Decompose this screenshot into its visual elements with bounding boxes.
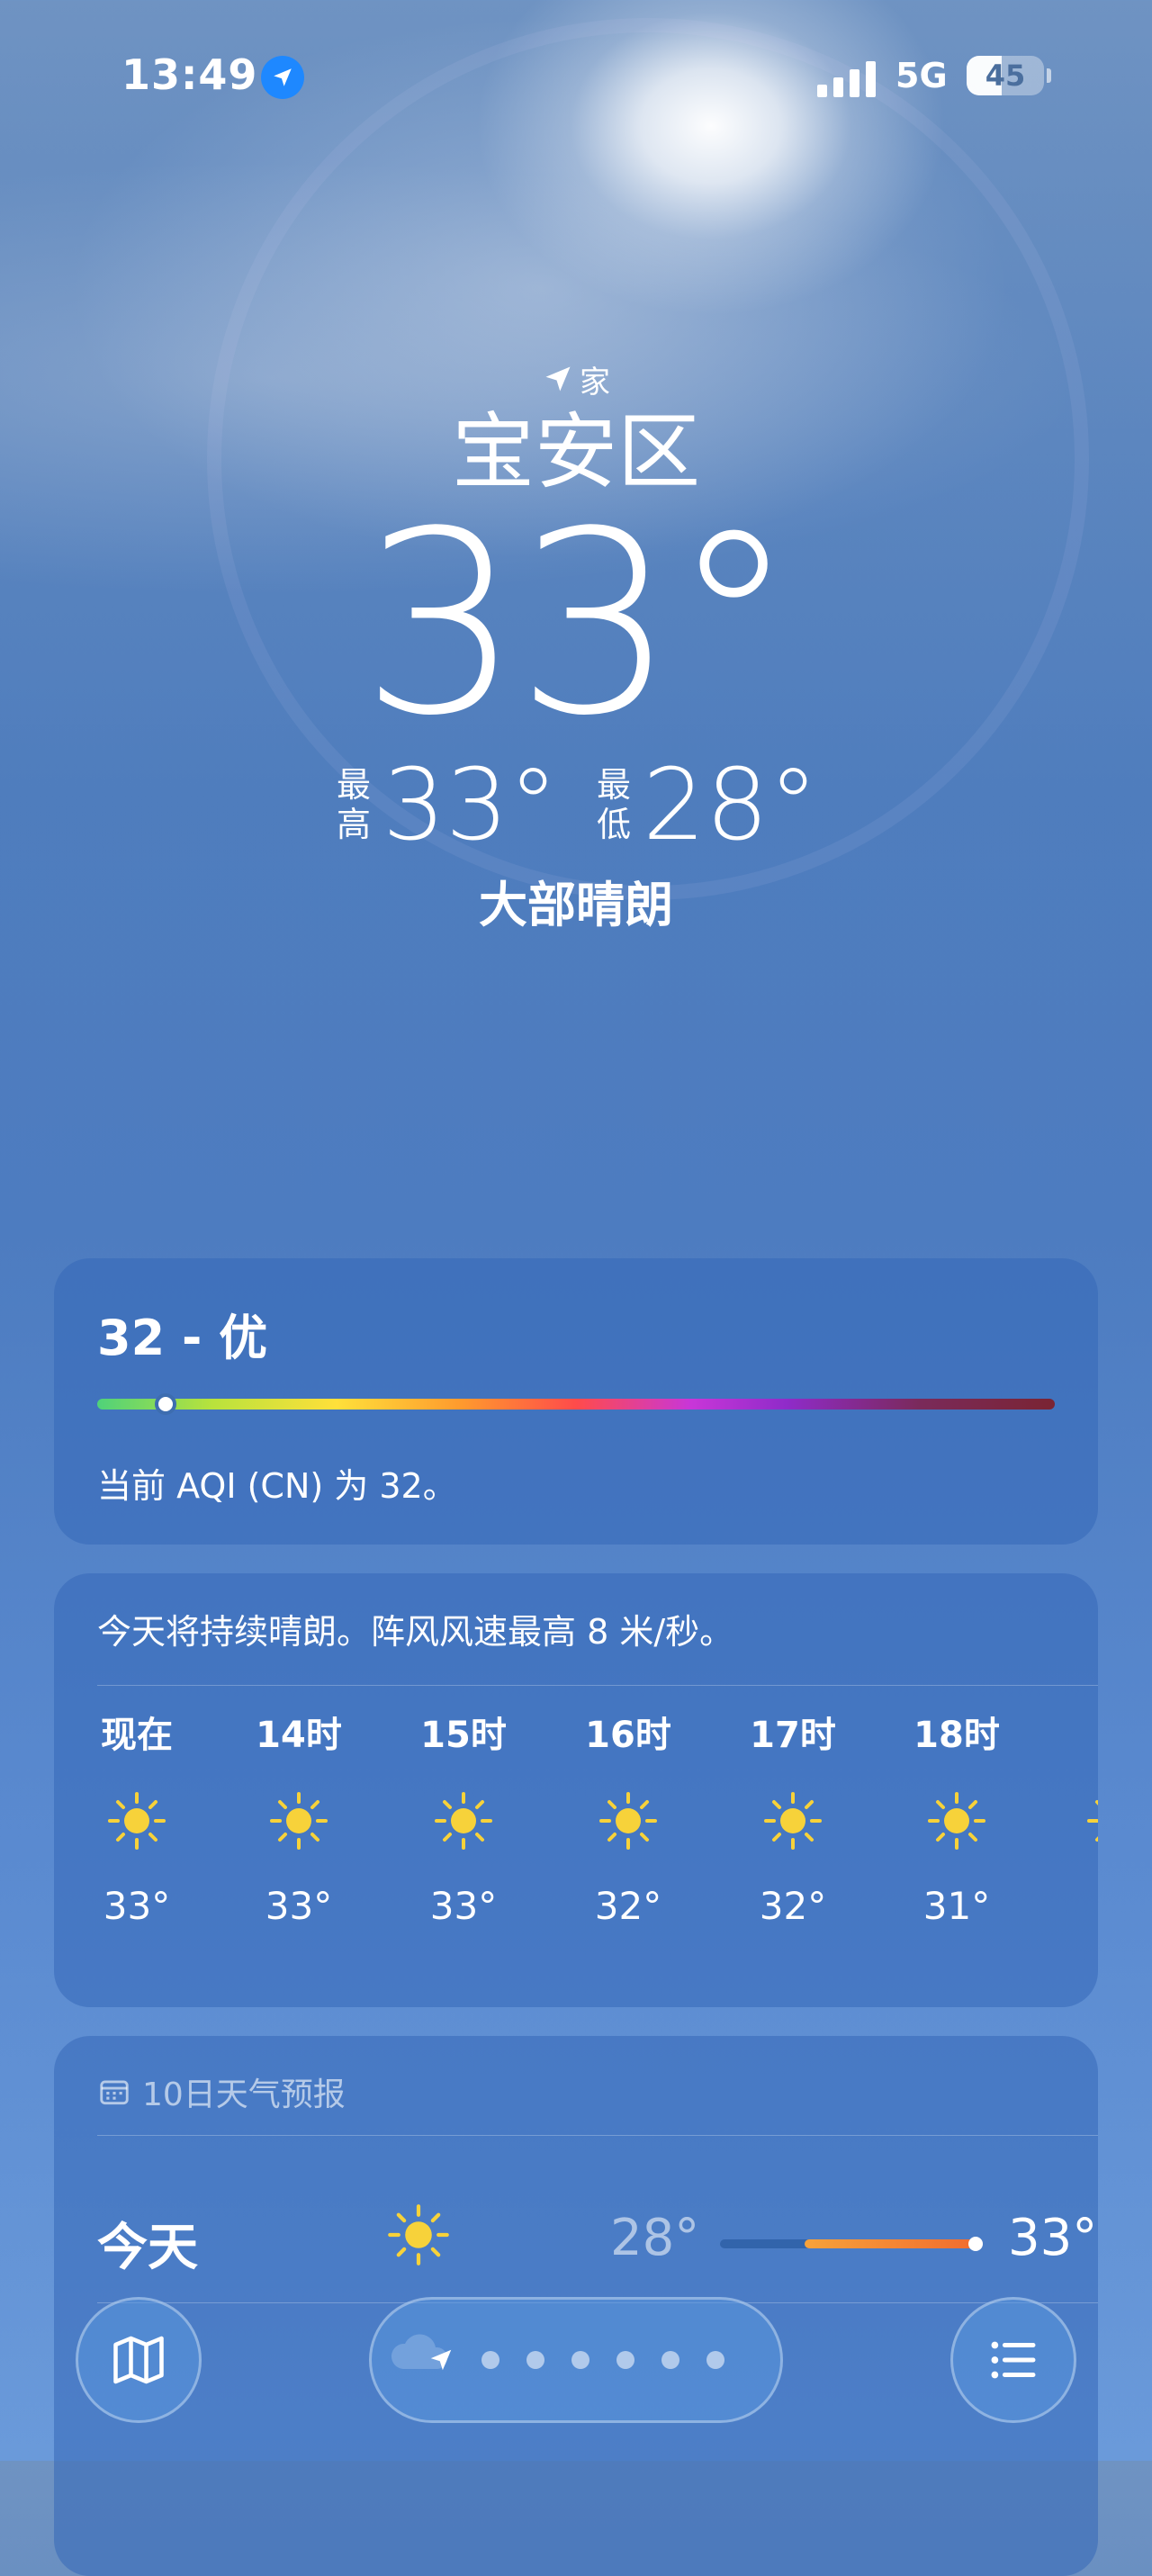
high-temp-block: 最高 33°	[334, 747, 558, 862]
page-dot[interactable]	[706, 2351, 724, 2369]
sun-icon	[894, 1762, 1020, 1879]
page-dot[interactable]	[572, 2351, 590, 2369]
hour-item: 15时 33°	[400, 1708, 526, 1933]
aqi-description: 当前 AQI (CN) 为 32。	[97, 1466, 457, 1506]
aqi-indicator	[155, 1393, 176, 1415]
hour-temp: 33°	[103, 1884, 171, 1928]
current-weather: 家 宝安区 33° 最高 33° 最低 28° 大部晴朗	[0, 356, 1152, 936]
divider	[97, 1685, 1098, 1686]
current-temp-dot	[968, 2237, 983, 2251]
sun-icon	[565, 1762, 691, 1879]
hour-temp: 32°	[759, 1884, 827, 1928]
high-label: 最高	[337, 765, 372, 844]
location-arrow-icon	[261, 56, 304, 99]
hour-label: 15时	[420, 1715, 507, 1756]
low-temp: 28°	[643, 747, 818, 862]
hourly-summary: 今天将持续晴朗。阵风风速最高 8 米/秒。	[97, 1612, 734, 1652]
low-label: 最低	[596, 765, 631, 844]
battery-tip	[1047, 68, 1051, 83]
hour-item: 现在 33°	[74, 1708, 200, 1933]
network-type: 5G	[896, 56, 948, 95]
location-pager[interactable]	[369, 2297, 783, 2423]
day-high-temp: 33°	[1008, 2209, 1098, 2267]
list-button[interactable]	[950, 2297, 1076, 2423]
map-button[interactable]	[76, 2297, 202, 2423]
page-dot[interactable]	[662, 2351, 680, 2369]
day-low-temp: 28°	[610, 2209, 700, 2267]
home-tag-label: 家	[580, 364, 610, 401]
hour-item: 18时 31°	[894, 1708, 1020, 1933]
temperature-range-bar	[720, 2237, 983, 2251]
page-dot[interactable]	[482, 2351, 500, 2369]
hour-temp: 3	[1053, 1879, 1098, 1933]
page-dot[interactable]	[616, 2351, 634, 2369]
hour-temp: 31°	[922, 1884, 991, 1928]
hour-label: 17时	[750, 1715, 836, 1756]
high-temp: 33°	[382, 747, 558, 862]
sun-icon	[1053, 1762, 1098, 1879]
battery-level: 45	[985, 59, 1026, 93]
calendar-icon	[100, 2080, 129, 2105]
temperature-range-fill	[805, 2239, 981, 2248]
sun-icon	[236, 1762, 362, 1879]
hour-label: 1	[1053, 1708, 1098, 1762]
status-bar: 13:49 5G 45	[0, 0, 1152, 153]
hourly-list[interactable]: 现在 33° 14时 33° 15时 33° 16时 32° 17时 32° 1…	[54, 1708, 1098, 1996]
daily-header-label: 10日天气预报	[142, 2076, 346, 2113]
hour-temp: 33°	[429, 1884, 498, 1928]
hour-item: 1 3	[1053, 1708, 1098, 1933]
hour-temp: 33°	[265, 1884, 333, 1928]
sun-icon	[74, 1762, 200, 1879]
daily-header: 10日天气预报	[97, 2068, 346, 2115]
sun-icon	[385, 2202, 452, 2272]
hourly-forecast-card[interactable]: 今天将持续晴朗。阵风风速最高 8 米/秒。 现在 33° 14时 33° 15时…	[54, 1573, 1098, 2007]
hour-temp: 32°	[594, 1884, 662, 1928]
page-dot[interactable]	[526, 2351, 544, 2369]
current-temperature: 33°	[360, 478, 796, 771]
divider	[97, 2135, 1098, 2136]
aqi-title: 32 - 优	[97, 1310, 268, 1366]
low-temp-block: 最低 28°	[594, 747, 818, 862]
battery-indicator: 45	[967, 56, 1044, 95]
sun-icon	[730, 1762, 856, 1879]
hour-label: 18时	[914, 1715, 1000, 1756]
signal-bars-icon	[817, 59, 880, 97]
aqi-scale-bar	[97, 1399, 1055, 1410]
home-tag: 家	[0, 356, 1152, 402]
hour-item: 16时 32°	[565, 1708, 691, 1933]
sun-icon	[400, 1762, 526, 1879]
location-arrow-icon	[545, 366, 571, 392]
list-icon	[991, 2341, 1036, 2379]
day-name: 今天	[97, 2219, 198, 2277]
hour-item: 17时 32°	[730, 1708, 856, 1933]
status-time: 13:49	[122, 50, 258, 99]
aqi-card[interactable]: 32 - 优 当前 AQI (CN) 为 32。	[54, 1258, 1098, 1545]
hour-label: 16时	[585, 1715, 671, 1756]
location-arrow-icon	[430, 2349, 452, 2371]
map-icon	[113, 2336, 164, 2384]
hour-item: 14时 33°	[236, 1708, 362, 1933]
bottom-toolbar	[0, 2281, 1152, 2443]
weather-condition: 大部晴朗	[479, 877, 673, 933]
hour-label: 现在	[101, 1715, 173, 1756]
hour-label: 14时	[256, 1715, 342, 1756]
